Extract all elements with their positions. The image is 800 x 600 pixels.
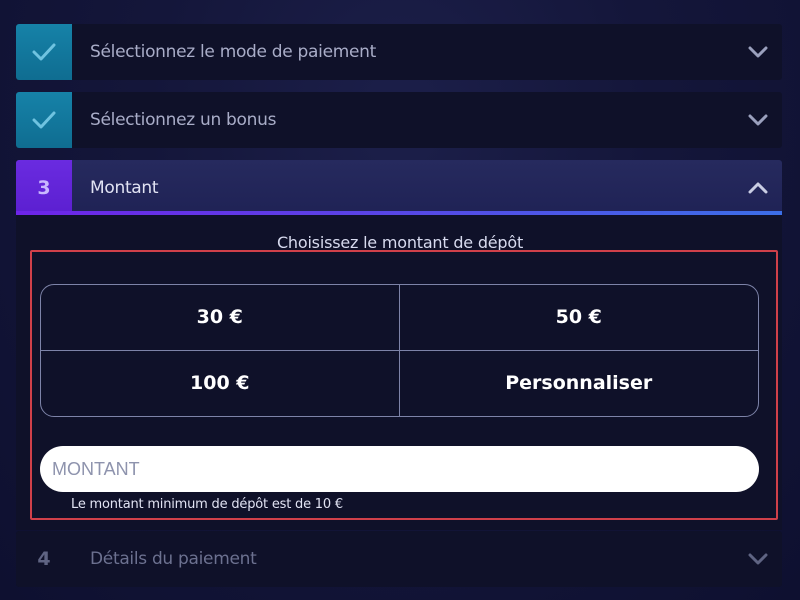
amount-option-50[interactable]: 50 € — [399, 285, 758, 351]
chevron-up-icon[interactable] — [746, 176, 770, 200]
amount-option-custom[interactable]: Personnaliser — [400, 351, 759, 417]
checkmark-icon — [32, 111, 56, 129]
step-4-label: Détails du paiement — [90, 549, 257, 569]
minimum-deposit-note: Le montant minimum de dépôt est de 10 € — [71, 497, 343, 512]
step-3-status: 3 — [16, 160, 72, 216]
step-1-label: Sélectionnez le mode de paiement — [90, 42, 377, 62]
amount-option-100[interactable]: 100 € — [41, 350, 400, 416]
step-payment-details[interactable]: 4 Détails du paiement — [16, 531, 782, 587]
step-1-status — [16, 24, 72, 80]
chevron-down-icon[interactable] — [746, 108, 770, 132]
chevron-down-icon[interactable] — [746, 547, 770, 571]
step-payment-method[interactable]: Sélectionnez le mode de paiement — [16, 24, 782, 80]
step-3-label: Montant — [90, 178, 159, 198]
checkmark-icon — [32, 43, 56, 61]
step-3-number: 3 — [37, 177, 51, 199]
amount-input[interactable] — [40, 446, 759, 492]
step-4-status: 4 — [16, 531, 72, 587]
step-2-status — [16, 92, 72, 148]
step-2-label: Sélectionnez un bonus — [90, 110, 277, 130]
amount-option-30[interactable]: 30 € — [41, 285, 400, 351]
step-bonus[interactable]: Sélectionnez un bonus — [16, 92, 782, 148]
chevron-down-icon[interactable] — [746, 40, 770, 64]
step-4-number: 4 — [37, 548, 51, 570]
step-amount[interactable]: 3 Montant — [16, 160, 782, 216]
amount-options-grid: 30 € 50 € 100 € Personnaliser — [40, 284, 759, 417]
